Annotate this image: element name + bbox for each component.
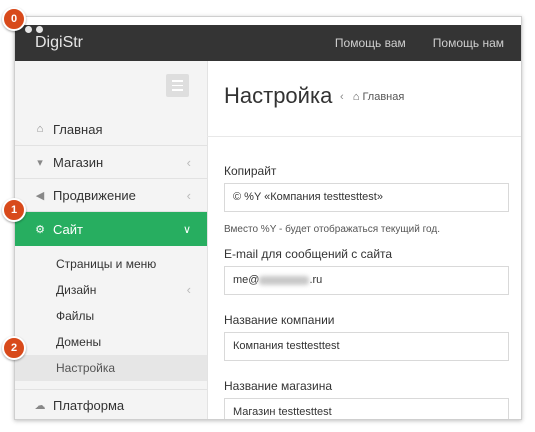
annotation-badge: 2 bbox=[2, 336, 26, 360]
company-label: Название компании bbox=[224, 313, 335, 327]
help-you-link[interactable]: Помощь вам bbox=[335, 36, 406, 50]
cart-icon: ▾ bbox=[37, 156, 43, 169]
annotation-badge: 0 bbox=[2, 7, 26, 31]
chevron-left-icon: ‹ bbox=[186, 282, 191, 297]
submenu-item-files[interactable]: Файлы bbox=[15, 303, 207, 329]
divider bbox=[207, 136, 521, 137]
menu-toggle-button[interactable] bbox=[166, 74, 189, 97]
email-label: E-mail для сообщений с сайта bbox=[224, 247, 393, 261]
brand-logo[interactable]: DigiStr bbox=[35, 34, 83, 52]
sidebar-item-label: Продвижение bbox=[53, 187, 136, 203]
submenu-item-design[interactable]: Дизайн ‹ bbox=[15, 277, 207, 303]
home-icon: ⌂ bbox=[352, 91, 360, 103]
copyright-label: Копирайт bbox=[224, 164, 277, 178]
chevron-left-icon: ‹ bbox=[186, 154, 191, 170]
submenu-item-domains[interactable]: Домены bbox=[15, 329, 207, 355]
cloud-icon: ☁ bbox=[34, 400, 46, 412]
annotation-badge: 1 bbox=[2, 198, 26, 222]
sidebar-item-site[interactable]: ⚙ Сайт ∨ bbox=[15, 212, 207, 246]
breadcrumb-separator: ‹ bbox=[340, 91, 344, 103]
sidebar-item-label: Главная bbox=[53, 121, 103, 137]
sidebar: ⌂ Главная ▾ Магазин ‹ ◀ Продвижение ‹ ⚙ … bbox=[15, 61, 208, 419]
help-us-link[interactable]: Помощь нам bbox=[433, 36, 504, 50]
chevron-down-icon: ∨ bbox=[182, 223, 191, 236]
breadcrumb: ‹ ⌂ Главная bbox=[340, 91, 404, 103]
chevron-left-icon: ‹ bbox=[186, 187, 191, 203]
sidebar-item-home[interactable]: ⌂ Главная bbox=[15, 113, 207, 146]
sidebar-item-promotion[interactable]: ◀ Продвижение ‹ bbox=[15, 179, 207, 212]
submenu-item-label: Дизайн bbox=[56, 283, 97, 297]
sidebar-item-shop[interactable]: ▾ Магазин ‹ bbox=[15, 146, 207, 179]
hamburger-icon bbox=[172, 80, 183, 82]
submenu-item-settings[interactable]: Настройка bbox=[15, 355, 207, 381]
app-window: DigiStr Помощь вам Помощь нам ⌂ Главная … bbox=[14, 16, 522, 420]
email-prefix: me@ bbox=[233, 274, 260, 286]
submenu-item-pages[interactable]: Страницы и меню bbox=[15, 251, 207, 277]
sidebar-item-platform[interactable]: ☁ Платформа bbox=[15, 389, 207, 419]
copyright-hint: Вместо %Y - будет отображаться текущий г… bbox=[224, 224, 440, 235]
megaphone-icon: ◀ bbox=[35, 189, 45, 202]
sidebar-item-label: Магазин bbox=[53, 154, 104, 170]
top-navbar: DigiStr Помощь вам Помощь нам bbox=[15, 25, 521, 61]
email-suffix: .ru bbox=[309, 274, 323, 286]
main-content: Настройка ‹ ⌂ Главная Копирайт © %Y «Ком… bbox=[207, 61, 521, 419]
home-icon: ⌂ bbox=[36, 123, 44, 135]
email-input[interactable]: me@ .ru bbox=[224, 266, 509, 295]
redacted-blur bbox=[259, 275, 310, 285]
window-dots bbox=[25, 26, 43, 33]
sidebar-item-label: Сайт bbox=[53, 221, 83, 237]
gears-icon: ⚙ bbox=[35, 223, 45, 236]
breadcrumb-home-link[interactable]: Главная bbox=[362, 91, 404, 103]
shop-input[interactable]: Магазин testtesttest bbox=[224, 398, 509, 419]
site-submenu: Страницы и меню Дизайн ‹ Файлы Домены На… bbox=[15, 246, 207, 381]
copyright-input[interactable]: © %Y «Компания testtesttest» bbox=[224, 183, 509, 212]
sidebar-item-label: Платформа bbox=[53, 398, 125, 413]
page-title: Настройка bbox=[224, 83, 333, 108]
shop-label: Название магазина bbox=[224, 379, 333, 393]
company-input[interactable]: Компания testtesttest bbox=[224, 332, 509, 361]
